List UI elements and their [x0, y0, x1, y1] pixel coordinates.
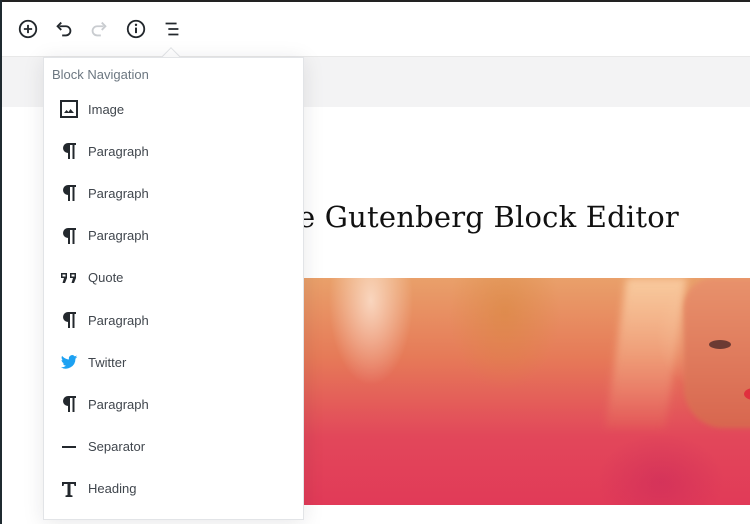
nav-item-label: Quote — [88, 270, 124, 286]
nav-item-label: Paragraph — [88, 143, 149, 159]
image-detail-eye — [709, 340, 731, 349]
image-icon — [59, 99, 79, 119]
window-left-border — [0, 0, 2, 524]
nav-item-paragraph[interactable]: Paragraph — [44, 172, 303, 214]
nav-item-label: Heading — [88, 481, 137, 497]
paragraph-icon — [59, 226, 79, 246]
nav-item-twitter[interactable]: Twitter — [44, 341, 303, 383]
redo-button[interactable] — [86, 16, 112, 42]
separator-icon — [59, 437, 79, 457]
nav-item-label: Paragraph — [88, 185, 149, 201]
post-title[interactable]: e Gutenberg Block Editor — [298, 200, 679, 234]
heading-icon — [59, 479, 79, 499]
nav-item-heading[interactable]: Heading — [44, 468, 303, 510]
nav-item-paragraph[interactable]: Paragraph — [44, 299, 303, 341]
block-navigation-list: Image Paragraph Paragraph Paragraph Quot — [44, 88, 303, 510]
nav-item-label: Paragraph — [88, 228, 149, 244]
nav-item-separator[interactable]: Separator — [44, 426, 303, 468]
nav-item-label: Paragraph — [88, 312, 149, 328]
block-navigation-popover: Block Navigation Image Paragraph Paragra… — [43, 57, 304, 520]
redo-icon — [91, 21, 107, 37]
nav-item-paragraph[interactable]: Paragraph — [44, 130, 303, 172]
nav-item-paragraph[interactable]: Paragraph — [44, 215, 303, 257]
editor-toolbar — [2, 2, 750, 57]
add-block-button[interactable] — [15, 16, 41, 42]
nav-item-label: Twitter — [88, 354, 127, 370]
content-info-button[interactable] — [123, 16, 149, 42]
nav-item-image[interactable]: Image — [44, 88, 303, 130]
block-navigation-button[interactable] — [159, 16, 185, 42]
image-detail-face — [684, 278, 750, 428]
nav-item-label: Image — [88, 101, 125, 117]
paragraph-icon — [59, 183, 79, 203]
image-detail-hair — [605, 278, 687, 428]
undo-icon — [56, 21, 72, 37]
paragraph-icon — [59, 310, 79, 330]
info-icon — [126, 19, 146, 39]
nav-item-label: Separator — [88, 439, 146, 455]
list-icon — [165, 22, 179, 36]
nav-item-paragraph[interactable]: Paragraph — [44, 383, 303, 425]
paragraph-icon — [59, 141, 79, 161]
quote-icon — [59, 268, 79, 288]
popover-title: Block Navigation — [52, 67, 149, 82]
nav-item-label: Paragraph — [88, 396, 149, 412]
featured-image-block[interactable] — [304, 278, 750, 505]
nav-item-quote[interactable]: Quote — [44, 257, 303, 299]
paragraph-icon — [59, 394, 79, 414]
twitter-icon — [59, 352, 79, 372]
plus-circle-icon — [18, 19, 38, 39]
undo-button[interactable] — [51, 16, 77, 42]
